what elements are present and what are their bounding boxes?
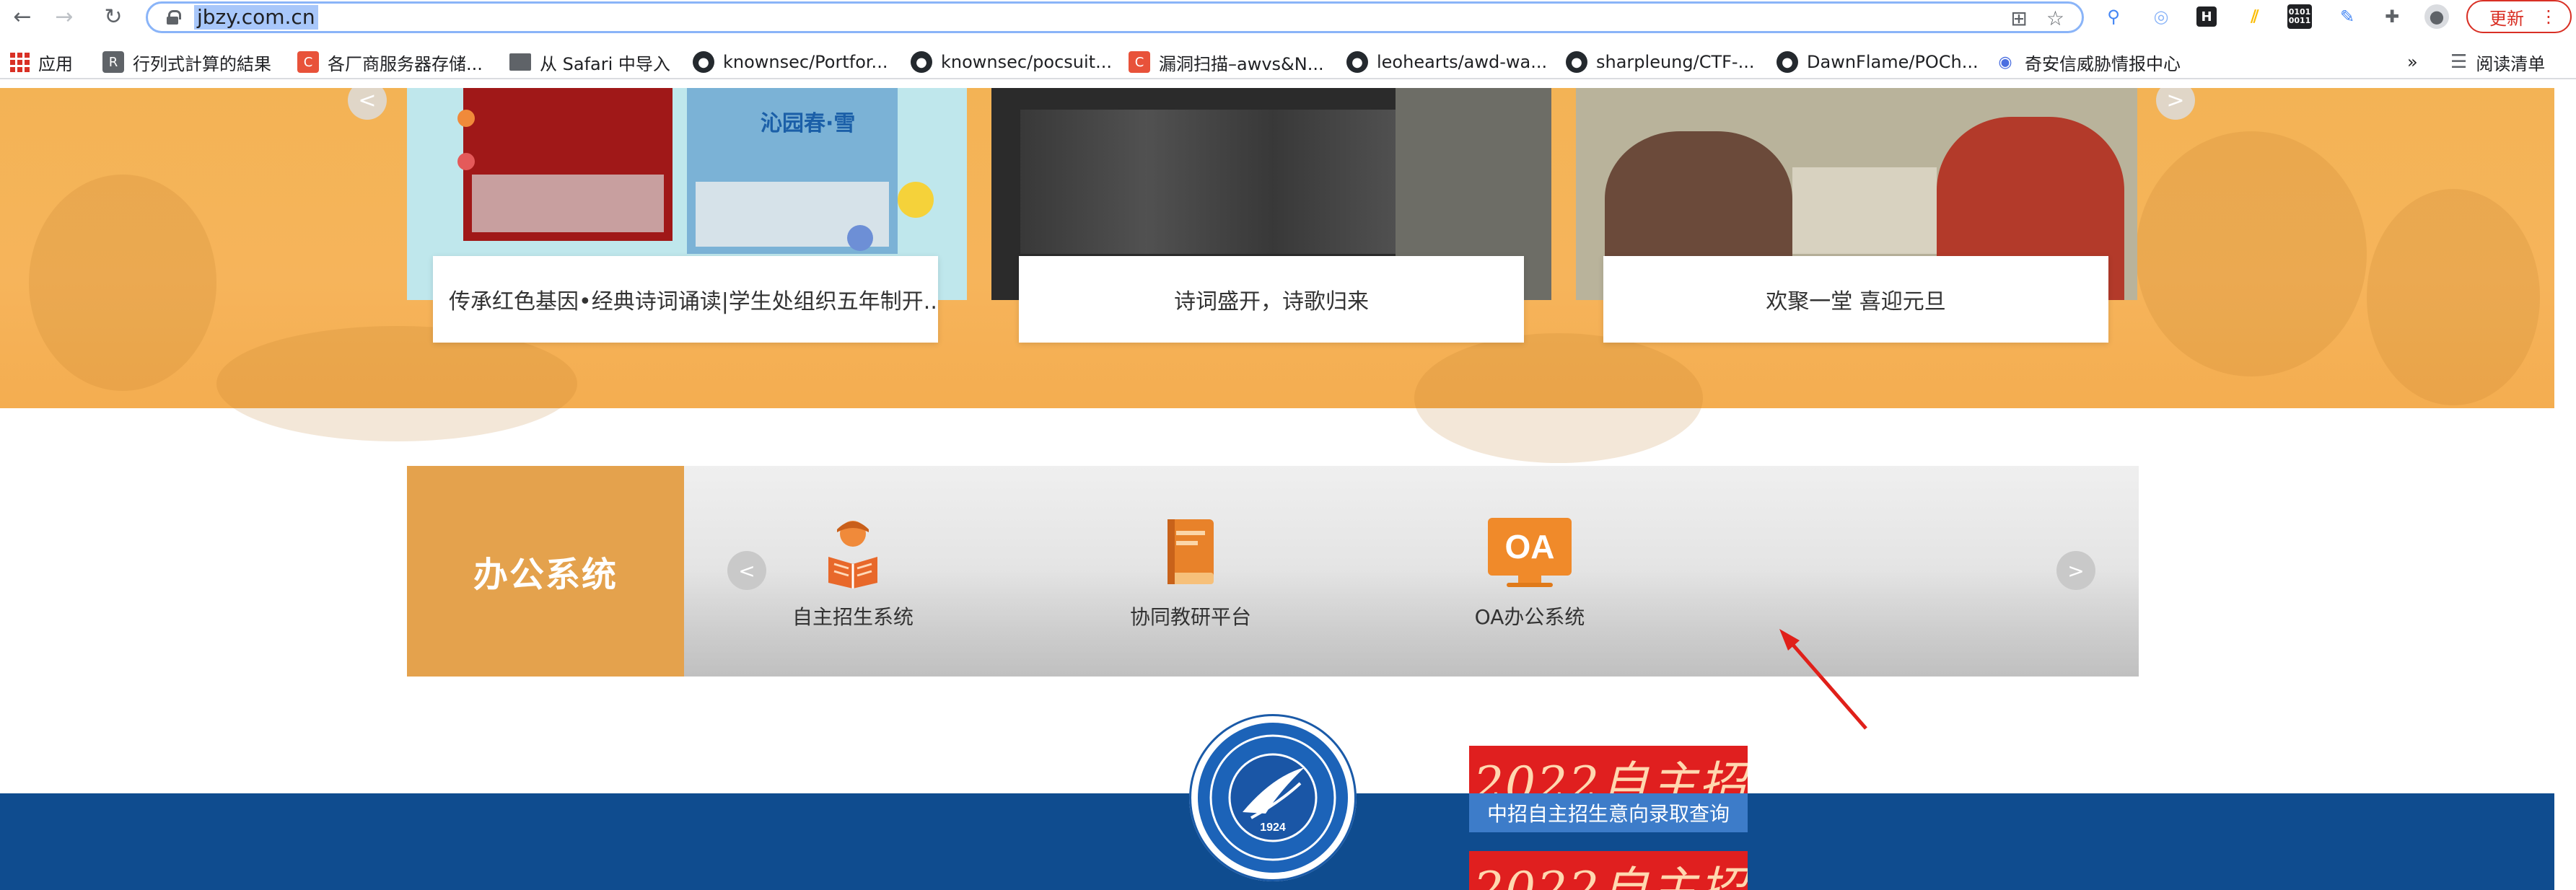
bookmark-label: 漏洞扫描–awvs&N... [1159,53,1324,74]
bookmark-label: 应用 [38,53,73,74]
news-card-title[interactable]: 传承红色基因•经典诗词诵读|学生处组织五年制开... [449,283,938,315]
bookmark-item[interactable]: ● DawnFlame/POCh... [1777,48,1979,76]
office-item-label: 自主招生系统 [792,605,914,629]
more-bookmarks-label: » [2407,52,2418,72]
enrollment-banner[interactable]: 2022自主招生 [1469,851,1748,890]
news-card-caption[interactable]: 传承红色基因•经典诗词诵读|学生处组织五年制开... [433,256,938,343]
reading-list-icon: ☰ [2450,51,2468,73]
bookmark-folder[interactable]: 从 Safari 中导入 [509,48,670,76]
extension-binary-icon[interactable]: 0101 0011 [2287,4,2312,29]
url-text[interactable]: jbzy.com.cn [194,5,318,30]
reading-list-button[interactable]: ☰ 阅读清单 [2450,48,2545,76]
extension-h-icon[interactable]: H [2196,6,2217,27]
chevron-right-icon: > [2067,558,2085,583]
image-caption-text: 沁园春·雪 [761,111,856,136]
c-icon: C [297,51,319,73]
extension-pen-icon[interactable]: ✎ [2335,4,2360,29]
bookmark-item[interactable]: R 行列式計算的結果 [102,48,271,76]
extension-circle-icon[interactable]: ◎ [2149,4,2173,29]
github-icon: ● [1777,51,1798,73]
bookmark-label: leohearts/awd-wa... [1377,52,1548,72]
admission-query-label: 中招自主招生意向录取查询 [1486,802,1730,826]
apps-grid-icon [10,52,30,72]
extensions-puzzle-icon[interactable]: ✚ [2380,4,2404,29]
bookmark-label: knownsec/Portfor... [723,52,888,72]
office-system-title: 办公系统 [407,466,684,677]
news-card-title[interactable]: 欢聚一堂 喜迎元旦 [1766,283,1946,315]
bookmark-item[interactable]: ● leohearts/awd-wa... [1346,48,1547,76]
bookmark-label: DawnFlame/POCh... [1807,52,1979,72]
update-label: 更新 [2489,8,2524,29]
extension-slash-icon[interactable]: ⫽ [2243,4,2267,29]
college-emblem-icon: 1924 [1209,734,1336,861]
menu-dots-icon[interactable]: ⋮ [2540,6,2557,27]
bookmark-item[interactable]: ● sharpleung/CTF-... [1566,48,1754,76]
bookmark-item[interactable]: ◉ 奇安信威胁情报中心 [1994,48,2181,76]
profile-avatar-icon[interactable]: ● [2424,4,2449,29]
bookmark-item[interactable]: ● knownsec/pocsuit... [911,48,1112,76]
qr-code-icon[interactable]: ⊞ [2010,6,2027,30]
reload-icon[interactable]: ↻ [100,3,127,30]
web-page: 沁园春·雪 < > 传承红色基因•经典诗词诵读|学生处组织五年制开... 诗词盛… [0,88,2554,890]
chevron-right-icon: > [2166,88,2185,113]
banner-text: 2022自主招生 [1473,862,1748,890]
bookmark-label: knownsec/pocsuit... [941,52,1112,72]
admission-query-link[interactable]: 中招自主招生意向录取查询 [1469,793,1748,832]
logo-year: 1924 [1260,821,1286,834]
update-button[interactable]: 更新 ⋮ [2466,0,2572,33]
github-icon: ● [1346,51,1368,73]
more-bookmarks-button[interactable]: » [2407,48,2418,76]
back-icon[interactable]: ← [9,3,36,30]
lock-icon [167,10,181,25]
bookmark-label: 奇安信威胁情报中心 [2025,53,2181,74]
bookmarks-bar: 应用 R 行列式計算的結果 C 各厂商服务器存储... 从 Safari 中导入… [0,45,2576,79]
bookmark-star-icon[interactable]: ☆ [2046,6,2064,30]
office-item-enrollment[interactable]: 自主招生系统 [759,516,947,630]
office-system-panel: < > 自主招生系统 协同教研平台 OA OA办公系统 [684,466,2139,677]
reading-list-label: 阅读清单 [2476,53,2546,74]
github-icon: ● [911,51,932,73]
bookmark-apps[interactable]: 应用 [10,48,73,76]
news-card-caption[interactable]: 欢聚一堂 喜迎元旦 [1603,256,2108,343]
github-icon: ● [693,51,714,73]
r-icon: R [102,51,124,73]
office-item-oa[interactable]: OA OA办公系统 [1436,516,1624,630]
chevron-left-icon: < [738,558,755,583]
c-icon: C [1129,51,1150,73]
eye-icon: ◉ [1998,53,2012,71]
bookmark-item[interactable]: C 各厂商服务器存储... [297,48,483,76]
bookmark-item[interactable]: ● knownsec/Portfor... [693,48,888,76]
office-item-label: 协同教研平台 [1129,605,1251,629]
news-card-title[interactable]: 诗词盛开，诗歌归来 [1174,283,1369,315]
book-icon [1167,519,1214,584]
github-icon: ● [1566,51,1587,73]
office-item-teaching[interactable]: 协同教研平台 [1097,516,1284,630]
office-item-label: OA办公系统 [1474,605,1585,629]
browser-toolbar: ← → ↻ jbzy.com.cn ⊞ ☆ ⚲ ◎ H ⫽ 0101 0011 ✎… [0,0,2576,33]
oa-monitor-icon: OA [1488,518,1572,587]
forward-icon[interactable]: → [51,3,78,30]
bookmark-label: sharpleung/CTF-... [1596,52,1755,72]
address-bar[interactable]: jbzy.com.cn ⊞ ☆ [146,1,2084,33]
office-next-button[interactable]: > [2056,551,2095,590]
bookmark-label: 各厂商服务器存储... [328,53,483,74]
bookmark-item[interactable]: C 漏洞扫描–awvs&N... [1129,48,1324,76]
news-card-caption[interactable]: 诗词盛开，诗歌归来 [1019,256,1524,343]
college-logo[interactable]: 1924 [1189,714,1357,881]
extension-pin-icon[interactable]: ⚲ [2101,4,2126,29]
bookmark-label: 从 Safari 中导入 [540,53,670,74]
reader-icon [828,521,877,589]
oa-icon-text: OA [1505,528,1555,565]
office-system-section: 办公系统 < > 自主招生系统 协同教研平台 OA OA办公系统 [407,466,2139,677]
folder-icon [509,53,531,71]
bookmark-label: 行列式計算的結果 [133,53,271,74]
chevron-left-icon: < [358,88,377,113]
